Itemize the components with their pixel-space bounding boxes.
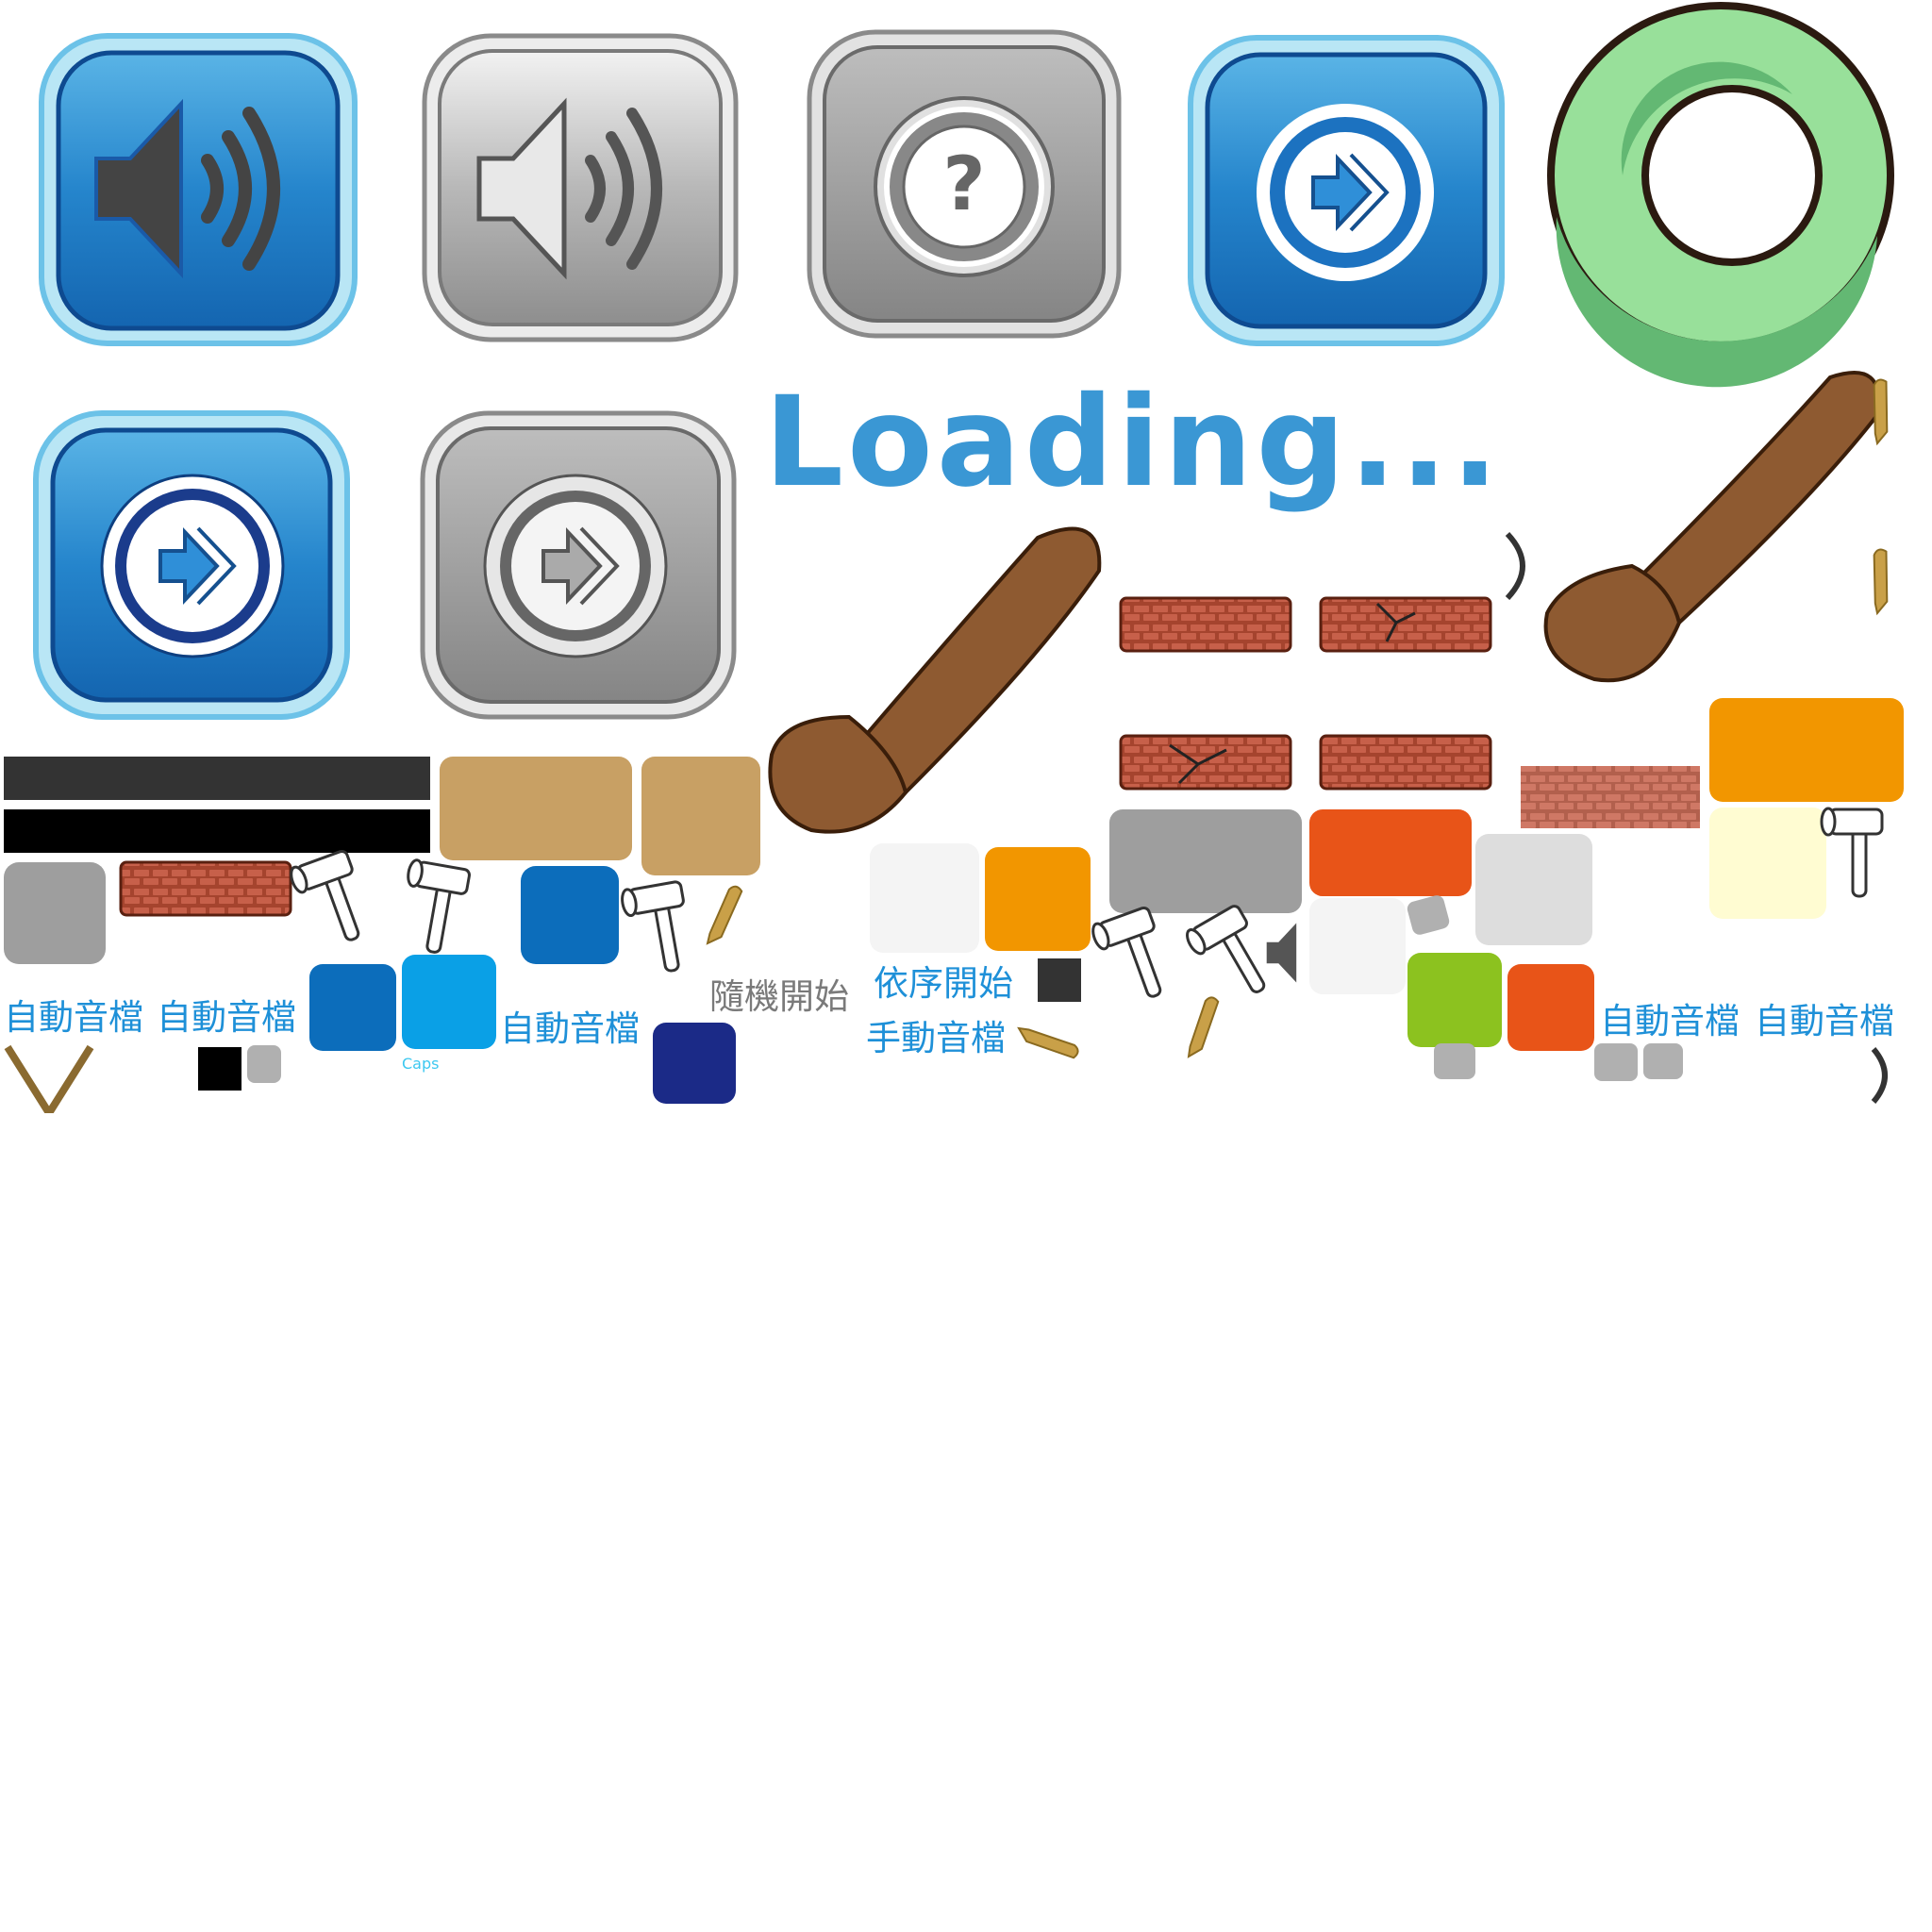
black-tile (198, 1047, 242, 1091)
cream-tile (1709, 808, 1826, 919)
hammer-icon (1088, 905, 1163, 1000)
manual-audio-label[interactable]: 手動音檔 (866, 1009, 1006, 1060)
forward-arrow-icon (100, 474, 285, 658)
lime-tile (1407, 953, 1502, 1047)
red-orange-tile (1507, 964, 1594, 1051)
hammer-icon (286, 848, 361, 943)
speaker-button-blue[interactable] (39, 33, 358, 346)
tan-stroke (4, 1044, 94, 1113)
white-tile (1309, 898, 1406, 994)
help-button[interactable]: ? (807, 29, 1122, 339)
white-tile (870, 843, 979, 953)
brick-wall-icon (1319, 734, 1492, 791)
fist-arm-icon (1543, 371, 1881, 683)
brick-wall-icon (1119, 596, 1292, 653)
tan-panel (440, 757, 632, 860)
auto-audio-label[interactable]: 自動音檔 (1600, 992, 1740, 1043)
auto-audio-label[interactable]: 自動音檔 (4, 989, 143, 1040)
light-gray-tile (1475, 834, 1592, 945)
gray-tile (1109, 809, 1302, 913)
random-start-label[interactable]: 隨機開始 (709, 968, 849, 1019)
sprite-atlas: ? (4, 2, 1904, 1113)
forward-button-blue[interactable] (33, 410, 350, 720)
auto-audio-label[interactable]: 自動音檔 (1755, 992, 1894, 1043)
bat-icon (1175, 993, 1228, 1061)
dark-tile (1038, 958, 1081, 1002)
ring-icon (1547, 2, 1894, 388)
blue-tile (521, 866, 619, 964)
brick-wall-icon (119, 860, 292, 917)
blue-tile (309, 964, 396, 1051)
svg-text:?: ? (942, 142, 985, 227)
red-orange-tile (1309, 809, 1472, 896)
hammer-icon (606, 869, 696, 975)
brick-wall-icon (1521, 766, 1700, 828)
sky-tile (402, 955, 496, 1049)
forward-button-blue-large[interactable] (1188, 35, 1505, 346)
progress-bar-track (4, 757, 430, 800)
bat-icon (1014, 1015, 1082, 1068)
brick-wall-icon (1119, 734, 1292, 791)
bracket-shape (1505, 531, 1525, 601)
caps-label: Caps (402, 1055, 440, 1073)
loading-text: Loading... (764, 370, 1503, 515)
bracket-shape (1871, 1047, 1888, 1104)
progress-bar-track (4, 809, 430, 853)
question-icon: ? (874, 96, 1055, 277)
bat-icon (695, 882, 752, 949)
brick-wall-icon (1319, 596, 1492, 653)
speaker-button-gray[interactable] (422, 33, 739, 342)
forward-arrow-icon (1257, 104, 1434, 281)
orange-tile (1709, 698, 1904, 802)
forward-arrow-icon (483, 474, 668, 658)
fist-arm-icon (768, 526, 1102, 834)
speaker-icon (1266, 923, 1297, 983)
hammer-icon (1178, 900, 1269, 1007)
tan-panel (641, 757, 760, 875)
sequential-start-label[interactable]: 依序開始 (874, 955, 1013, 1006)
forward-button-gray[interactable] (420, 410, 737, 720)
orange-tile (985, 847, 1091, 951)
bat-icon (1863, 547, 1897, 616)
auto-audio-label[interactable]: 自動音檔 (157, 989, 296, 1040)
auto-audio-label[interactable]: 自動音檔 (500, 1000, 640, 1051)
gray-tile (4, 862, 106, 964)
navy-tile (653, 1023, 736, 1104)
